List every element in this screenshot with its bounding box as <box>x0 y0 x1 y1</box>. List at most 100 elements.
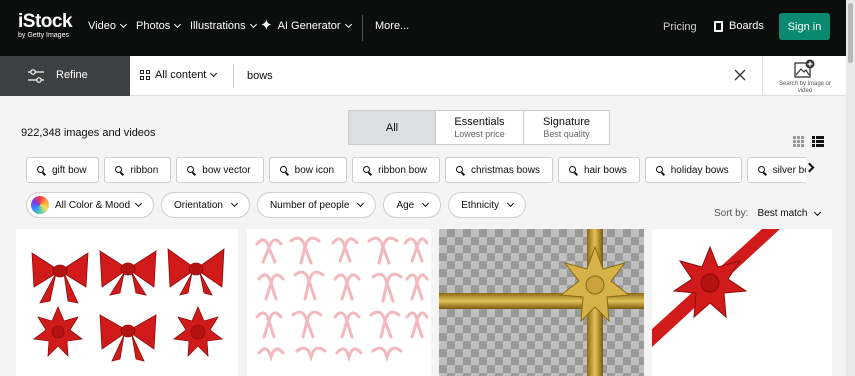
boards-label: Boards <box>729 20 764 32</box>
color-mood-filter[interactable]: All Color & Mood <box>26 192 155 218</box>
chevron-down-icon <box>174 20 182 29</box>
top-nav: iStock by Getty Images Video Photos Illu… <box>0 0 855 56</box>
tab-essentials-sub: Lowest price <box>454 129 505 139</box>
nav-photos-label: Photos <box>136 20 171 32</box>
chip-label: christmas bows <box>471 164 540 176</box>
nav-illustrations-label: Illustrations <box>190 20 246 32</box>
chevron-down-icon <box>230 199 238 208</box>
search-icon <box>568 165 578 175</box>
image-search-icon <box>794 59 815 78</box>
chip-label: bow vector <box>202 164 251 176</box>
nav-video[interactable]: Video <box>88 20 127 32</box>
nav-divider <box>362 15 363 41</box>
istock-logo[interactable]: iStock by Getty Images <box>18 11 78 40</box>
sort-label: Sort by: <box>714 208 749 219</box>
refine-button[interactable]: Refine <box>0 56 130 96</box>
chevron-down-icon <box>344 20 352 29</box>
nav-video-label: Video <box>88 20 116 32</box>
image-result[interactable] <box>247 229 431 376</box>
boards-link[interactable]: Boards <box>714 20 764 32</box>
search-by-image-button[interactable]: Search by image or video <box>775 59 835 95</box>
filter-panel: 922,348 images and videos All Essentials… <box>0 96 855 229</box>
chip-label: ribbon <box>130 164 159 176</box>
chip-label: holiday bows <box>670 164 729 176</box>
logo-wordmark: iStock <box>18 11 73 32</box>
content-type-label: All content <box>155 69 207 81</box>
related-search-chip[interactable]: holiday bows <box>644 157 742 183</box>
search-by-image-label: Search by image or video <box>778 81 832 94</box>
chevron-down-icon <box>134 199 143 208</box>
ethnicity-label: Ethnicity <box>461 199 500 211</box>
related-search-chip[interactable]: gift bow <box>26 157 100 183</box>
related-search-chip[interactable]: hair bows <box>557 157 640 183</box>
chevron-right-icon[interactable] <box>804 162 815 173</box>
related-search-chip[interactable]: bow icon <box>268 157 348 183</box>
nav-photos[interactable]: Photos <box>136 20 182 32</box>
chip-label: silver bow <box>772 164 806 176</box>
asset-tier-tabs: All Essentials Lowest price Signature Be… <box>348 110 610 145</box>
chevron-down-icon <box>210 69 218 78</box>
sort-value: Best match <box>757 208 808 219</box>
chip-label: hair bows <box>583 164 627 176</box>
ethnicity-filter[interactable]: Ethnicity <box>448 192 527 218</box>
red-corner-ribbon-image <box>652 229 780 347</box>
search-divider <box>762 56 763 96</box>
nav-more[interactable]: More... <box>375 20 409 32</box>
sort-control[interactable]: Sort by: Best match <box>714 208 821 219</box>
close-icon[interactable] <box>734 69 746 81</box>
related-search-chip[interactable]: ribbon <box>104 157 172 183</box>
tab-signature-label: Signature <box>542 116 591 128</box>
chevron-down-icon <box>119 20 127 29</box>
boards-icon <box>714 20 723 32</box>
nav-ai-generator-label: AI Generator <box>277 20 341 32</box>
tab-all-label: All <box>385 121 399 134</box>
people-label: Number of people <box>269 199 350 211</box>
age-label: Age <box>396 199 415 211</box>
image-grid <box>0 229 855 376</box>
chevron-down-icon <box>507 199 515 208</box>
tab-all[interactable]: All <box>349 111 436 144</box>
nav-ai-generator[interactable]: ✦ AI Generator <box>260 17 352 34</box>
related-search-chip[interactable]: ribbon bow <box>352 157 441 183</box>
people-filter[interactable]: Number of people <box>256 192 377 218</box>
scrollbar-thumb[interactable] <box>848 3 853 63</box>
results-count: 922,348 images and videos <box>21 127 156 139</box>
image-result[interactable] <box>652 229 832 376</box>
color-wheel-icon <box>31 196 49 214</box>
search-bar: Refine All content Search by image or vi… <box>0 56 855 96</box>
related-search-chip[interactable]: silver bow <box>746 157 806 183</box>
search-icon <box>655 165 665 175</box>
sliders-icon <box>28 69 44 83</box>
image-result[interactable] <box>16 229 238 376</box>
search-icon <box>279 165 289 175</box>
search-icon <box>115 165 124 175</box>
related-search-chip[interactable]: christmas bows <box>445 157 553 183</box>
sparkle-icon: ✦ <box>260 17 273 34</box>
grid-icon <box>140 70 150 80</box>
tab-signature-sub: Best quality <box>543 129 590 139</box>
chevron-down-icon <box>357 199 365 208</box>
related-search-chip[interactable]: bow vector <box>176 157 264 183</box>
grid-view-icon[interactable] <box>793 136 804 147</box>
orientation-filter[interactable]: Orientation <box>161 192 250 218</box>
mosaic-view-icon[interactable] <box>812 136 824 147</box>
search-icon <box>363 165 372 175</box>
search-input[interactable] <box>247 64 717 88</box>
tab-essentials[interactable]: Essentials Lowest price <box>436 111 524 144</box>
view-toggle <box>793 136 824 147</box>
content-type-select[interactable]: All content <box>140 69 218 81</box>
tab-signature[interactable]: Signature Best quality <box>524 111 609 144</box>
age-filter[interactable]: Age <box>383 192 442 218</box>
red-bows-image <box>31 248 225 362</box>
search-icon <box>757 165 767 175</box>
chip-label: bow icon <box>294 164 335 176</box>
nav-illustrations[interactable]: Illustrations <box>190 20 257 32</box>
image-result[interactable] <box>439 229 644 376</box>
orientation-label: Orientation <box>174 199 223 211</box>
search-icon <box>187 165 196 175</box>
pricing-link[interactable]: Pricing <box>663 21 697 33</box>
chip-label: gift bow <box>52 164 87 176</box>
search-icon <box>456 165 465 175</box>
sign-in-button[interactable]: Sign in <box>779 13 830 40</box>
search-separator <box>233 64 234 88</box>
